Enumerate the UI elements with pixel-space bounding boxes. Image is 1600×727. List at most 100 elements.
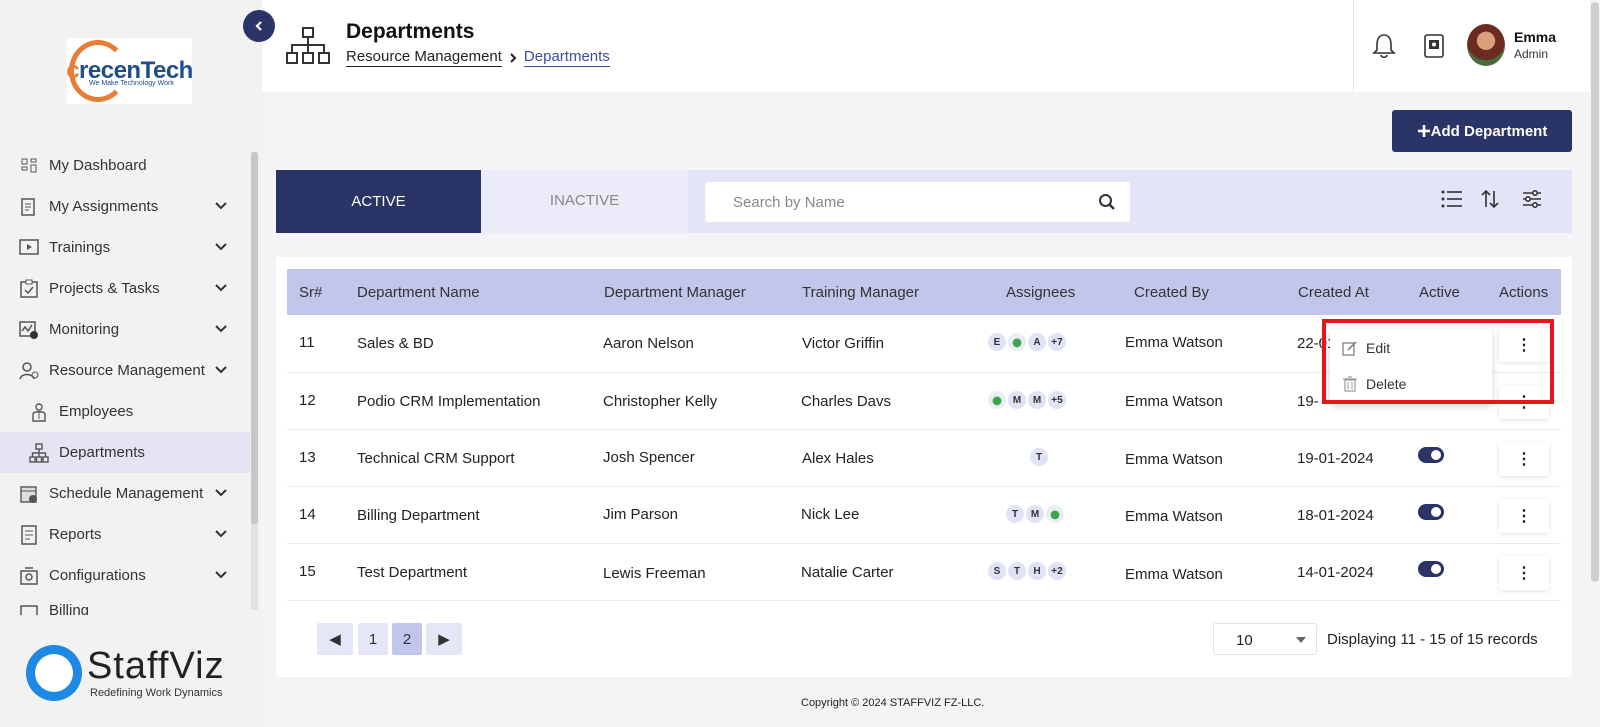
add-department-button[interactable]: Add Department	[1392, 110, 1572, 152]
sidebar-item-departments[interactable]: Departments	[0, 432, 250, 473]
cell-training-manager: Charles Davs	[801, 393, 892, 410]
search-box	[705, 182, 1130, 222]
chevron-down-icon[interactable]	[214, 567, 228, 584]
chevron-down-icon[interactable]	[214, 198, 228, 215]
column-header-active[interactable]: Active	[1419, 284, 1460, 301]
chevron-down-icon[interactable]	[214, 526, 228, 543]
chevron-down-icon[interactable]	[214, 485, 228, 502]
records-summary: Displaying 11 - 15 of 15 records	[1327, 631, 1538, 648]
resource-icon	[18, 360, 40, 382]
tab-inactive[interactable]: INACTIVE	[481, 170, 688, 233]
sidebar-scrollbar-thumb[interactable]	[251, 152, 258, 524]
sidebar-item-monitoring[interactable]: Monitoring	[0, 309, 250, 350]
caret-down-icon	[1296, 637, 1306, 643]
per-page-value: 10	[1236, 632, 1253, 649]
breadcrumb-link-departments[interactable]: Departments	[523, 48, 610, 67]
cell-created-by: Emma Watson	[1125, 393, 1223, 410]
sidebar-item-label: Projects & Tasks	[49, 280, 160, 297]
projects-icon	[18, 278, 40, 300]
user-name[interactable]: Emma	[1514, 29, 1556, 45]
assignee-chip: H	[1027, 561, 1047, 581]
column-header-sr[interactable]: Sr#	[299, 284, 322, 301]
assignee-avatars[interactable]: S T H +2	[987, 561, 1067, 581]
column-header-department-name[interactable]: Department Name	[357, 284, 480, 301]
cell-department-name: Test Department	[357, 564, 468, 581]
reports-icon	[18, 524, 40, 546]
active-toggle[interactable]	[1418, 561, 1444, 577]
trainings-icon	[18, 237, 40, 259]
chevron-down-icon[interactable]	[214, 280, 228, 297]
sidebar-item-reports[interactable]: Reports	[0, 514, 250, 555]
page-scrollbar[interactable]	[1590, 0, 1600, 727]
search-icon[interactable]	[1098, 193, 1116, 216]
page-button-2[interactable]: 2	[392, 623, 422, 655]
search-input[interactable]	[733, 182, 1093, 222]
cell-created-at: 18-01-2024	[1297, 507, 1374, 524]
page-scrollbar-thumb[interactable]	[1591, 2, 1599, 582]
column-header-created-by[interactable]: Created By	[1134, 284, 1209, 301]
assignee-chip: M	[1025, 504, 1045, 524]
collapse-sidebar-button[interactable]	[243, 10, 275, 42]
prev-page-button[interactable]: ◀	[317, 623, 353, 655]
chevron-down-icon[interactable]	[214, 362, 228, 379]
cell-created-by: Emma Watson	[1125, 508, 1223, 525]
employees-icon	[28, 401, 50, 423]
breadcrumb: Resource Management Departments	[346, 48, 610, 67]
chevron-down-icon[interactable]	[214, 321, 228, 338]
row-actions-button[interactable]: ⋮	[1499, 442, 1549, 476]
row-actions-button[interactable]: ⋮	[1499, 556, 1549, 590]
sidebar-item-label: Resource Management	[49, 362, 205, 379]
column-header-department-manager[interactable]: Department Manager	[604, 284, 746, 301]
page-button-1[interactable]: 1	[358, 623, 388, 655]
sidebar-item-schedule-management[interactable]: Schedule Management	[0, 473, 250, 514]
cell-department-name: Podio CRM Implementation	[357, 393, 541, 410]
sidebar-item-employees[interactable]: Employees	[0, 391, 250, 432]
sidebar-item-label: Configurations	[49, 567, 146, 584]
assignee-avatars[interactable]: M M +5	[987, 390, 1067, 410]
sidebar-item-my-assignments[interactable]: My Assignments	[0, 186, 250, 227]
column-header-training-manager[interactable]: Training Manager	[802, 284, 919, 301]
column-header-actions[interactable]: Actions	[1499, 284, 1548, 301]
row-actions-button[interactable]: ⋮	[1499, 499, 1549, 533]
cell-sr: 15	[299, 563, 316, 580]
notebook-icon[interactable]	[1422, 33, 1446, 64]
per-page-select[interactable]: 10	[1213, 623, 1317, 655]
monitoring-icon	[18, 319, 40, 341]
sidebar-item-resource-management[interactable]: Resource Management	[0, 350, 250, 391]
list-view-icon[interactable]	[1441, 189, 1463, 214]
assignee-avatars[interactable]: T M	[1005, 504, 1065, 524]
sort-icon[interactable]	[1481, 189, 1499, 214]
cell-sr: 11	[299, 334, 315, 351]
bell-icon[interactable]	[1372, 33, 1396, 64]
assignee-chip: E	[987, 332, 1007, 352]
active-toggle[interactable]	[1418, 447, 1444, 463]
sidebar-item-configurations[interactable]: Configurations	[0, 555, 250, 596]
sidebar-item-label: Departments	[59, 444, 145, 461]
assignee-avatars[interactable]: E A +7	[987, 332, 1067, 352]
chevron-left-icon	[255, 21, 262, 31]
next-page-button[interactable]: ▶	[426, 623, 462, 655]
assignee-chip: T	[1005, 504, 1025, 524]
breadcrumb-link-resource-management[interactable]: Resource Management	[346, 48, 502, 67]
cell-training-manager: Alex Hales	[802, 450, 874, 467]
column-header-created-at[interactable]: Created At	[1298, 284, 1369, 301]
tab-active[interactable]: ACTIVE	[276, 170, 481, 233]
cell-training-manager: Nick Lee	[801, 506, 860, 523]
filter-settings-icon[interactable]	[1522, 189, 1542, 214]
chevron-down-icon[interactable]	[214, 239, 228, 256]
sidebar-item-label: Schedule Management	[49, 485, 204, 502]
sidebar-item-trainings[interactable]: Trainings	[0, 227, 250, 268]
assignee-avatars[interactable]: T	[1029, 447, 1049, 467]
sidebar-item-my-dashboard[interactable]: My Dashboard	[0, 145, 250, 186]
table-row: 14 Billing Department Jim Parson Nick Le…	[287, 487, 1561, 544]
sidebar-item-projects-tasks[interactable]: Projects & Tasks	[0, 268, 250, 309]
avatar[interactable]	[1467, 24, 1505, 66]
column-header-assignees[interactable]: Assignees	[1006, 284, 1075, 301]
cell-sr: 13	[299, 449, 316, 466]
sidebar-item-billing[interactable]: Billing	[0, 596, 250, 615]
assignee-chip: T	[1029, 447, 1049, 467]
dashboard-icon	[18, 155, 40, 177]
active-toggle[interactable]	[1418, 504, 1444, 520]
cell-created-by: Emma Watson	[1125, 451, 1223, 468]
sidebar-item-label: Employees	[59, 403, 134, 420]
